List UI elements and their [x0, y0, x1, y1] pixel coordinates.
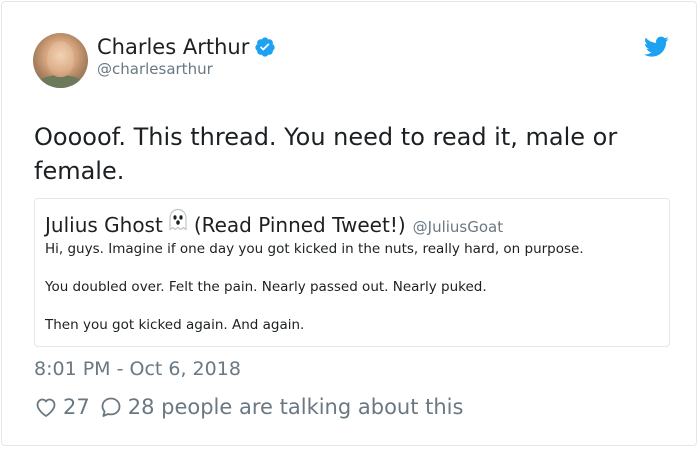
author-name[interactable]: Charles Arthur: [97, 33, 249, 61]
twitter-bird-icon[interactable]: [644, 36, 669, 58]
author-handle[interactable]: @charlesarthur: [97, 60, 213, 78]
avatar-face: [47, 41, 74, 77]
quoted-tweet-header: Julius Ghost (Read Pinned Tweet!) @Juliu…: [45, 208, 503, 237]
quoted-tweet-line: Then you got kicked again. And again.: [45, 317, 305, 333]
like-count[interactable]: 27: [63, 395, 90, 419]
quoted-tweet-line: Hi, guys. Imagine if one day you got kic…: [45, 241, 584, 257]
embedded-tweet-card: Charles Arthur @charlesarthur Ooooof. Th…: [1, 1, 697, 446]
quoted-author-handle[interactable]: @JuliusGoat: [413, 218, 503, 236]
speech-bubble-icon[interactable]: [99, 395, 123, 419]
engagement-bar: 27 28 people are talking about this: [34, 395, 463, 419]
quoted-author-name-suffix: (Read Pinned Tweet!): [193, 213, 406, 237]
verified-badge-icon: [255, 37, 275, 57]
quoted-tweet[interactable]: Julius Ghost (Read Pinned Tweet!) @Juliu…: [34, 198, 670, 347]
heart-icon[interactable]: [34, 395, 58, 419]
talking-count[interactable]: 28 people are talking about this: [128, 395, 464, 419]
quoted-author-name: Julius Ghost: [45, 213, 163, 237]
tweet-timestamp[interactable]: 8:01 PM - Oct 6, 2018: [34, 358, 241, 380]
avatar[interactable]: [33, 33, 88, 88]
tweet-text: Ooooof. This thread. You need to read it…: [34, 123, 618, 185]
quoted-tweet-line: You doubled over. Felt the pain. Nearly …: [45, 279, 487, 295]
author-name-row[interactable]: Charles Arthur: [97, 33, 276, 61]
ghost-icon: [169, 208, 187, 231]
